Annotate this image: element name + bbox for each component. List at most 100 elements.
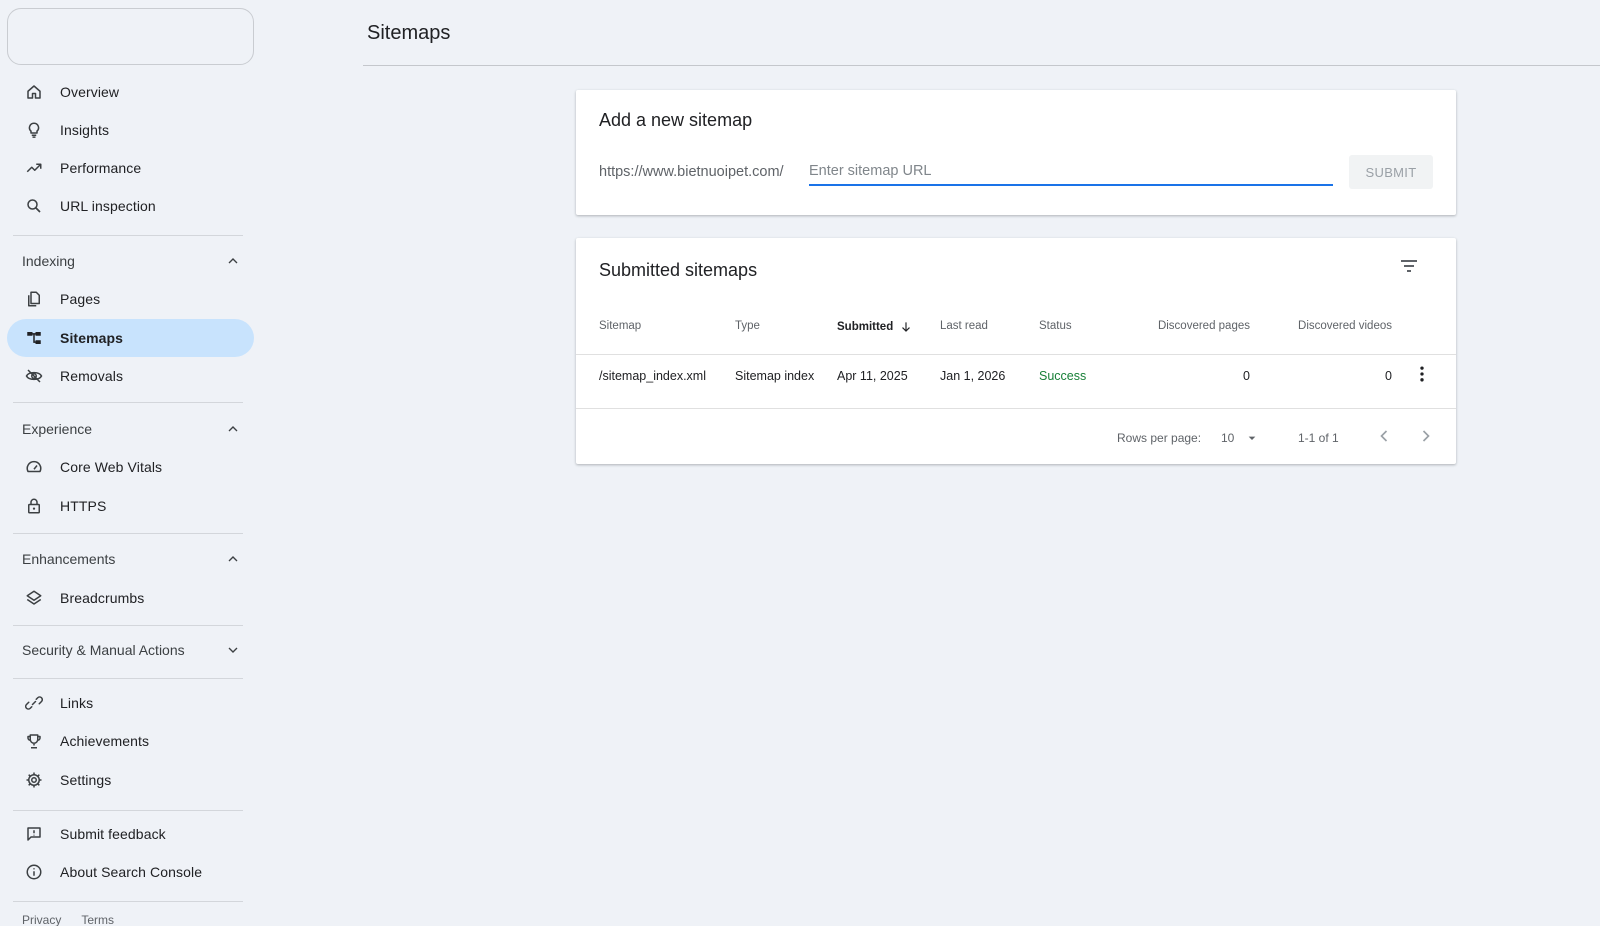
column-header-status[interactable]: Status	[1039, 320, 1072, 332]
column-header-sitemap[interactable]: Sitemap	[599, 320, 641, 332]
footer-links: Privacy Terms	[22, 913, 114, 926]
add-sitemap-card: Add a new sitemap https://www.bietnuoipe…	[576, 90, 1456, 215]
submitted-sitemaps-title: Submitted sitemaps	[599, 260, 758, 280]
lock-icon	[24, 496, 44, 516]
sidebar-item-overview[interactable]: Overview	[7, 73, 254, 111]
trophy-icon	[24, 731, 44, 751]
home-icon	[24, 82, 44, 102]
submitted-sitemaps-card: Submitted sitemaps Sitemap Type Submitte…	[576, 238, 1456, 464]
cell-status: Success	[1039, 369, 1087, 383]
sidebar-item-breadcrumbs[interactable]: Breadcrumbs	[7, 579, 254, 617]
section-security[interactable]: Security & Manual Actions	[7, 632, 247, 668]
section-label: Enhancements	[22, 551, 116, 567]
section-label: Indexing	[22, 253, 75, 269]
sidebar-item-label: About Search Console	[60, 864, 203, 880]
terms-link[interactable]: Terms	[81, 913, 114, 926]
column-header-type[interactable]: Type	[735, 320, 760, 332]
layers-icon	[24, 588, 44, 608]
sidebar-item-insights[interactable]: Insights	[7, 111, 254, 149]
feedback-icon	[24, 824, 44, 844]
divider	[13, 235, 243, 236]
header-divider	[363, 65, 1600, 66]
sidebar-item-label: HTTPS	[60, 498, 107, 514]
chevron-up-icon	[228, 426, 238, 432]
sidebar-item-label: Settings	[60, 772, 112, 788]
sidebar-item-label: Performance	[60, 160, 142, 176]
sitemap-icon	[24, 328, 44, 348]
column-header-submitted[interactable]: Submitted	[837, 320, 913, 334]
sidebar-item-about[interactable]: About Search Console	[7, 853, 254, 891]
arrow-down-icon	[902, 322, 911, 332]
chevron-up-icon	[228, 556, 238, 562]
sidebar-item-label: Insights	[60, 122, 110, 138]
gear-icon	[24, 770, 44, 790]
cell-discovered-videos: 0	[1385, 369, 1392, 383]
chevron-left-icon[interactable]	[1374, 426, 1394, 446]
sidebar-item-achievements[interactable]: Achievements	[7, 722, 254, 760]
cell-sitemap[interactable]: /sitemap_index.xml	[599, 369, 706, 383]
sidebar-item-label: Sitemaps	[60, 330, 124, 346]
sidebar-item-removals[interactable]: Removals	[7, 357, 254, 395]
eye-off-icon	[24, 366, 44, 386]
divider	[13, 625, 243, 626]
sidebar-item-label: Core Web Vitals	[60, 459, 163, 475]
submit-button[interactable]: SUBMIT	[1349, 155, 1433, 189]
divider	[13, 810, 243, 811]
sidebar-item-settings[interactable]: Settings	[7, 761, 254, 799]
sidebar-item-label: Submit feedback	[60, 826, 166, 842]
divider	[13, 678, 243, 679]
link-icon	[24, 693, 44, 713]
column-header-label: Submitted	[837, 321, 894, 333]
section-label: Experience	[22, 421, 93, 437]
sitemap-url-input[interactable]	[809, 158, 1333, 186]
column-header-discovered-pages[interactable]: Discovered pages	[1150, 320, 1250, 332]
lightbulb-icon	[24, 120, 44, 140]
column-header-last-read[interactable]: Last read	[940, 320, 988, 332]
section-label: Security & Manual Actions	[22, 642, 185, 658]
dropdown-arrow-icon	[1249, 436, 1256, 440]
divider	[13, 901, 243, 902]
sidebar-item-label: Overview	[60, 84, 120, 100]
property-selector[interactable]	[7, 8, 254, 65]
sidebar-item-label: Breadcrumbs	[60, 590, 145, 606]
section-indexing[interactable]: Indexing	[7, 243, 247, 279]
trending-up-icon	[24, 158, 44, 178]
sidebar-item-label: URL inspection	[60, 198, 156, 214]
section-experience[interactable]: Experience	[7, 411, 247, 447]
sidebar-item-label: Achievements	[60, 733, 150, 749]
privacy-link[interactable]: Privacy	[22, 913, 61, 926]
sidebar-item-performance[interactable]: Performance	[7, 149, 254, 187]
chevron-right-icon[interactable]	[1416, 426, 1436, 446]
pages-icon	[24, 289, 44, 309]
sidebar-item-label: Links	[60, 695, 94, 711]
rows-per-page-value: 10	[1221, 431, 1235, 445]
sidebar-item-sitemaps[interactable]: Sitemaps	[7, 319, 254, 357]
cell-type: Sitemap index	[735, 369, 815, 383]
header-row-divider	[576, 354, 1456, 355]
rows-per-page-label: Rows per page:	[1117, 431, 1202, 445]
sitemap-url-prefix: https://www.bietnuoipet.com/	[599, 164, 784, 180]
speedometer-icon	[24, 457, 44, 477]
sidebar-item-submit-feedback[interactable]: Submit feedback	[7, 815, 254, 853]
sidebar-item-https[interactable]: HTTPS	[7, 487, 254, 525]
section-enhancements[interactable]: Enhancements	[7, 541, 247, 577]
sidebar-item-url-inspection[interactable]: URL inspection	[7, 187, 254, 225]
column-header-discovered-videos[interactable]: Discovered videos	[1292, 320, 1392, 332]
row-divider	[576, 408, 1456, 409]
add-sitemap-title: Add a new sitemap	[599, 110, 753, 130]
pagination-range: 1-1 of 1	[1298, 431, 1339, 445]
divider	[13, 533, 243, 534]
chevron-down-icon	[228, 647, 238, 653]
cell-discovered-pages: 0	[1243, 369, 1250, 383]
cell-submitted: Apr 11, 2025	[837, 369, 908, 383]
rows-per-page-select[interactable]: 10	[1221, 428, 1267, 448]
sidebar-item-pages[interactable]: Pages	[7, 280, 254, 318]
sidebar: Overview Insights Performance URL inspec…	[0, 0, 260, 926]
filter-icon[interactable]	[1397, 254, 1421, 278]
search-icon	[24, 196, 44, 216]
cell-last-read: Jan 1, 2026	[940, 369, 1006, 383]
sidebar-item-core-web-vitals[interactable]: Core Web Vitals	[7, 448, 254, 486]
sidebar-item-links[interactable]: Links	[7, 684, 254, 722]
more-vert-icon[interactable]	[1412, 364, 1432, 384]
divider	[13, 402, 243, 403]
